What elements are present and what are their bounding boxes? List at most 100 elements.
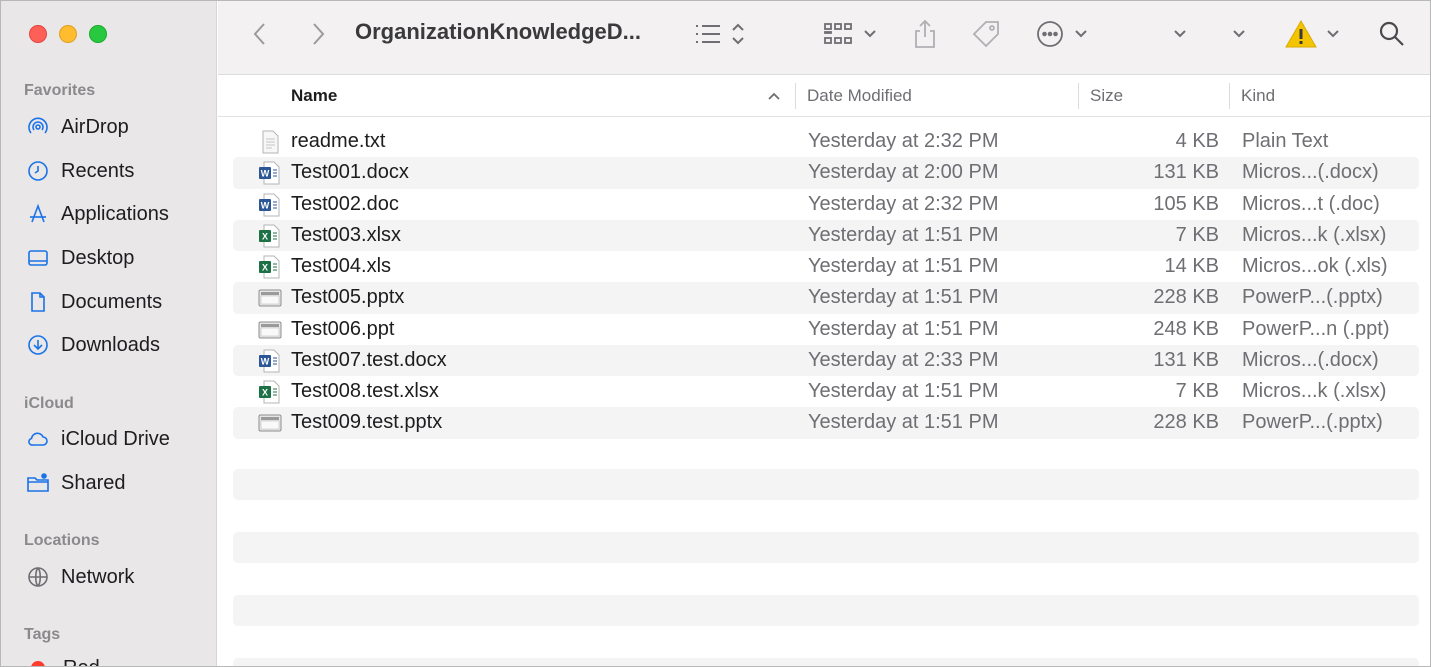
file-kind: Micros...k (.xlsx) xyxy=(1242,380,1387,403)
column-divider[interactable] xyxy=(1078,83,1079,109)
group-button[interactable] xyxy=(823,18,877,50)
svg-text:W: W xyxy=(261,169,270,179)
download-icon xyxy=(25,332,51,358)
warning-icon xyxy=(1285,19,1317,48)
share-button[interactable] xyxy=(912,18,938,50)
sidebar-item-recents[interactable]: Recents xyxy=(25,156,134,186)
clock-icon xyxy=(25,158,51,184)
chevron-right-icon xyxy=(313,23,325,45)
chevron-down-icon xyxy=(864,30,876,38)
svg-text:X: X xyxy=(262,263,268,273)
file-size: 131 KB xyxy=(1153,161,1219,184)
file-row[interactable]: X Test003.xlsx Yesterday at 1:51 PM 7 KB… xyxy=(233,219,1419,251)
powerpoint-file-icon xyxy=(258,411,282,435)
excel-file-icon: X xyxy=(258,224,282,248)
tag-button[interactable] xyxy=(970,18,1002,50)
toolbar-dropdown-1[interactable] xyxy=(1173,18,1187,50)
column-header-size[interactable]: Size xyxy=(1090,75,1123,117)
sidebar-item-airdrop[interactable]: AirDrop xyxy=(25,112,129,142)
toolbar: OrganizationKnowledgeD... xyxy=(218,1,1430,75)
file-date: Yesterday at 1:51 PM xyxy=(808,380,999,403)
file-name: readme.txt xyxy=(291,130,386,153)
zoom-window-button[interactable] xyxy=(89,25,107,43)
sidebar-item-network[interactable]: Network xyxy=(25,562,134,592)
sidebar-item-documents[interactable]: Documents xyxy=(25,287,162,317)
chevron-left-icon xyxy=(253,23,265,45)
file-name: Test006.ppt xyxy=(291,317,395,340)
sidebar-item-label: AirDrop xyxy=(61,115,129,138)
svg-text:X: X xyxy=(262,231,268,241)
file-name: Test001.docx xyxy=(291,161,409,184)
sidebar-item-label: Documents xyxy=(61,290,163,313)
sidebar-item-desktop[interactable]: Desktop xyxy=(25,243,134,273)
view-options-button[interactable] xyxy=(694,18,746,50)
file-name: Test009.test.pptx xyxy=(291,411,443,434)
warning-button[interactable] xyxy=(1284,18,1340,50)
sidebar-item-label: iCloud Drive xyxy=(61,427,170,450)
document-icon xyxy=(25,289,51,315)
sidebar-item-label: Network xyxy=(61,565,135,588)
sidebar-item-label: Recents xyxy=(61,159,135,182)
file-date: Yesterday at 1:51 PM xyxy=(808,317,999,340)
file-row[interactable]: Test009.test.pptx Yesterday at 1:51 PM 2… xyxy=(233,407,1419,439)
sidebar-item-applications[interactable]: Applications xyxy=(25,199,169,229)
file-name: Test002.doc xyxy=(291,192,399,215)
file-date: Yesterday at 1:51 PM xyxy=(808,223,999,246)
sidebar-section-icloud: iCloud xyxy=(24,395,74,412)
back-button[interactable] xyxy=(250,18,270,50)
sidebar-section-locations: Locations xyxy=(24,532,100,549)
share-icon xyxy=(915,19,935,48)
file-date: Yesterday at 2:00 PM xyxy=(808,161,999,184)
svg-text:W: W xyxy=(261,356,270,366)
sort-ascending-icon xyxy=(767,75,781,117)
powerpoint-file-icon xyxy=(258,318,282,342)
file-row[interactable]: W Test007.test.docx Yesterday at 2:33 PM… xyxy=(233,344,1419,376)
minimize-window-button[interactable] xyxy=(59,25,77,43)
word-file-icon: W xyxy=(258,193,282,217)
file-name: Test003.xlsx xyxy=(291,223,402,246)
file-row[interactable]: Test006.ppt Yesterday at 1:51 PM 248 KB … xyxy=(233,314,1419,345)
file-date: Yesterday at 2:32 PM xyxy=(808,192,999,215)
column-header-name[interactable]: Name xyxy=(291,75,337,117)
file-row[interactable]: X Test004.xls Yesterday at 1:51 PM 14 KB… xyxy=(233,251,1419,282)
file-kind: Micros...(.docx) xyxy=(1242,161,1379,184)
shared-folder-icon xyxy=(25,470,51,496)
sidebar-item-tag-red[interactable]: Red xyxy=(25,653,100,666)
powerpoint-file-icon xyxy=(258,286,282,310)
file-size: 4 KB xyxy=(1175,130,1219,153)
sidebar-section-favorites: Favorites xyxy=(24,82,96,99)
sidebar-item-icloud-drive[interactable]: iCloud Drive xyxy=(25,424,170,454)
column-divider[interactable] xyxy=(795,83,796,109)
finder-window: Favorites AirDrop Recents Applications D… xyxy=(0,0,1431,667)
file-size: 228 KB xyxy=(1153,411,1219,434)
excel-file-icon: X xyxy=(258,380,282,404)
svg-text:W: W xyxy=(261,200,270,210)
cloud-icon xyxy=(25,426,51,452)
column-header-kind[interactable]: Kind xyxy=(1241,75,1275,117)
sidebar-item-downloads[interactable]: Downloads xyxy=(25,330,160,360)
svg-text:X: X xyxy=(262,388,268,398)
file-row[interactable]: W Test001.docx Yesterday at 2:00 PM 131 … xyxy=(233,157,1419,189)
file-kind: Micros...k (.xlsx) xyxy=(1242,223,1387,246)
close-window-button[interactable] xyxy=(29,25,47,43)
file-row[interactable]: X Test008.test.xlsx Yesterday at 1:51 PM… xyxy=(233,376,1419,407)
toolbar-dropdown-2[interactable] xyxy=(1232,18,1246,50)
file-list: readme.txt Yesterday at 2:32 PM 4 KB Pla… xyxy=(233,126,1419,439)
file-kind: PowerP...(.pptx) xyxy=(1242,411,1383,434)
column-divider[interactable] xyxy=(1229,83,1230,109)
search-button[interactable] xyxy=(1378,18,1406,50)
sidebar-item-label: Downloads xyxy=(61,333,160,356)
action-button[interactable] xyxy=(1036,18,1088,50)
chevron-down-icon xyxy=(1233,30,1245,38)
file-size: 228 KB xyxy=(1153,286,1219,309)
word-file-icon: W xyxy=(258,161,282,185)
forward-button[interactable] xyxy=(308,18,328,50)
sidebar-item-shared[interactable]: Shared xyxy=(25,468,126,498)
file-row[interactable]: readme.txt Yesterday at 2:32 PM 4 KB Pla… xyxy=(233,126,1419,157)
sidebar-item-label: Shared xyxy=(61,471,126,494)
file-kind: Micros...(.docx) xyxy=(1242,348,1379,371)
file-row[interactable]: Test005.pptx Yesterday at 1:51 PM 228 KB… xyxy=(233,282,1419,314)
column-header-date-modified[interactable]: Date Modified xyxy=(807,75,912,117)
file-row[interactable]: W Test002.doc Yesterday at 2:32 PM 105 K… xyxy=(233,189,1419,220)
chevron-down-icon xyxy=(1327,30,1339,38)
